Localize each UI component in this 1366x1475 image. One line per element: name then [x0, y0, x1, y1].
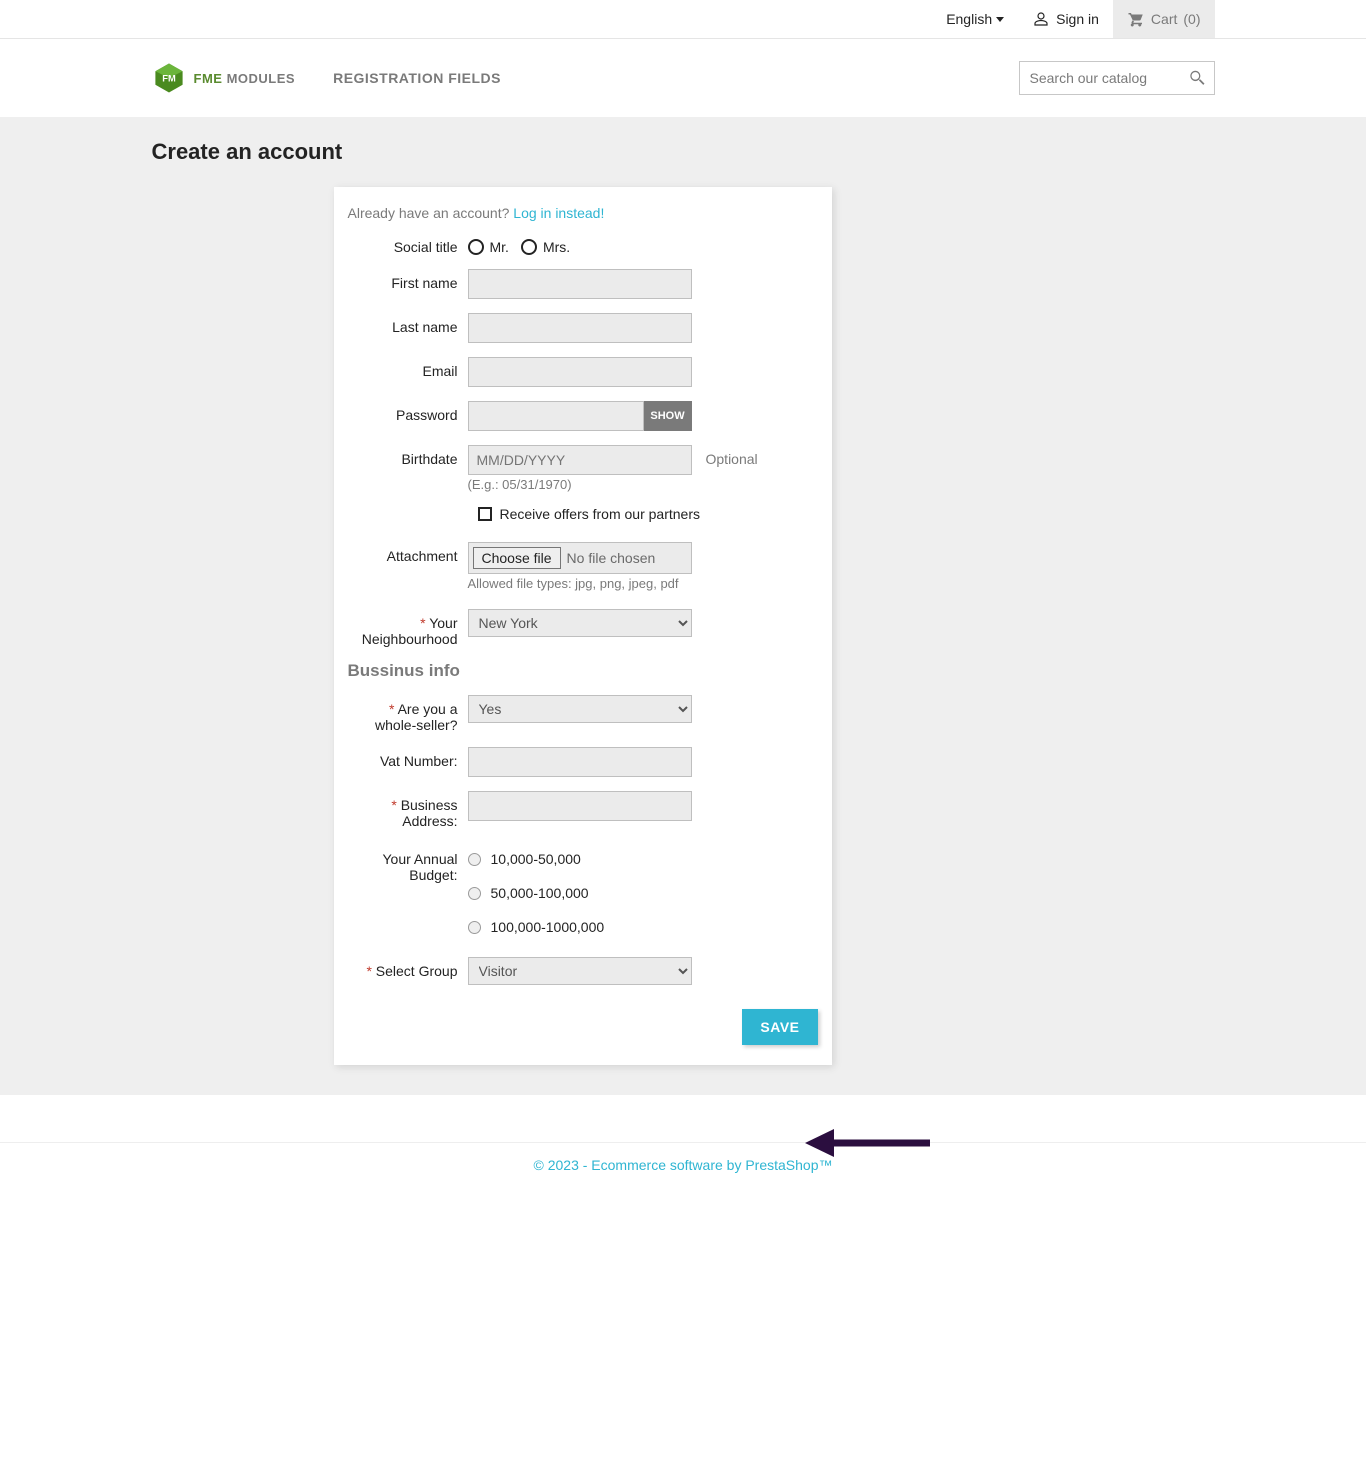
select-group-label: * Select Group — [348, 957, 468, 979]
vat-label: Vat Number: — [348, 747, 468, 769]
budget-radio-2[interactable] — [468, 887, 481, 900]
budget-label-1: 10,000-50,000 — [491, 851, 581, 867]
search-box — [1019, 61, 1215, 95]
first-name-input[interactable] — [468, 269, 692, 299]
partners-label: Receive offers from our partners — [500, 506, 701, 522]
birthdate-input[interactable] — [468, 445, 692, 475]
footer-gap — [0, 1095, 1366, 1143]
email-label: Email — [348, 357, 468, 379]
attachment-label: Attachment — [348, 542, 468, 564]
last-name-label: Last name — [348, 313, 468, 335]
partners-checkbox[interactable] — [478, 507, 492, 521]
business-address-input[interactable] — [468, 791, 692, 821]
last-name-input[interactable] — [468, 313, 692, 343]
select-group-select[interactable]: Visitor — [468, 957, 692, 985]
vat-input[interactable] — [468, 747, 692, 777]
radio-mr[interactable] — [468, 239, 484, 255]
password-input[interactable] — [468, 401, 644, 431]
neighbourhood-label: * Your Neighbourhood — [348, 609, 468, 647]
budget-label-3: 100,000-1000,000 — [491, 919, 605, 935]
svg-text:FM: FM — [162, 73, 176, 83]
birthdate-hint: (E.g.: 05/31/1970) — [468, 477, 692, 492]
save-button[interactable]: SAVE — [742, 1009, 817, 1045]
budget-radio-3[interactable] — [468, 921, 481, 934]
logo[interactable]: FM FME MODULES — [152, 61, 296, 95]
top-bar: English Sign in Cart (0) — [0, 0, 1366, 39]
language-label: English — [946, 11, 992, 27]
already-have-account: Already have an account? Log in instead! — [348, 205, 818, 221]
signin-label: Sign in — [1056, 11, 1099, 27]
social-title-label: Social title — [348, 239, 468, 255]
cart-button[interactable]: Cart (0) — [1113, 0, 1215, 38]
footer-link[interactable]: © 2023 - Ecommerce software by PrestaSho… — [534, 1157, 833, 1173]
budget-label-2: 50,000-100,000 — [491, 885, 589, 901]
caret-down-icon — [996, 17, 1004, 22]
footer: © 2023 - Ecommerce software by PrestaSho… — [0, 1143, 1366, 1213]
cart-label: Cart — [1151, 11, 1177, 27]
search-input[interactable] — [1019, 61, 1215, 95]
cart-count: (0) — [1183, 11, 1200, 27]
budget-label: Your Annual Budget: — [348, 851, 468, 883]
registration-form: Already have an account? Log in instead!… — [334, 187, 832, 1065]
logo-text-secondary: MODULES — [227, 71, 296, 86]
first-name-label: First name — [348, 269, 468, 291]
signin-link[interactable]: Sign in — [1018, 10, 1113, 28]
neighbourhood-select[interactable]: New York — [468, 609, 692, 637]
nav-registration-fields[interactable]: REGISTRATION FIELDS — [333, 70, 501, 86]
wholesaler-label: * Are you a whole-seller? — [348, 695, 468, 733]
password-label: Password — [348, 401, 468, 423]
file-status: No file chosen — [567, 550, 656, 566]
email-input[interactable] — [468, 357, 692, 387]
birthdate-label: Birthdate — [348, 445, 468, 467]
page-title: Create an account — [152, 139, 1215, 165]
show-password-button[interactable]: SHOW — [644, 401, 692, 431]
header: FM FME MODULES REGISTRATION FIELDS — [152, 39, 1215, 117]
wholesaler-select[interactable]: Yes — [468, 695, 692, 723]
login-instead-link[interactable]: Log in instead! — [513, 205, 604, 221]
logo-text-primary: FME — [194, 71, 223, 86]
file-hint: Allowed file types: jpg, png, jpeg, pdf — [468, 576, 692, 591]
mr-label: Mr. — [490, 239, 509, 255]
business-address-label: * Business Address: — [348, 791, 468, 829]
search-icon[interactable] — [1187, 68, 1207, 88]
cart-icon — [1127, 10, 1145, 28]
radio-mrs[interactable] — [521, 239, 537, 255]
main-background: Create an account Already have an accoun… — [0, 117, 1366, 1095]
mrs-label: Mrs. — [543, 239, 570, 255]
logo-icon: FM — [152, 61, 186, 95]
language-selector[interactable]: English — [932, 11, 1018, 27]
person-icon — [1032, 10, 1050, 28]
business-section-title: Bussinus info — [348, 661, 818, 681]
birthdate-optional: Optional — [692, 445, 758, 467]
choose-file-button[interactable]: Choose file — [473, 547, 561, 569]
file-input[interactable]: Choose file No file chosen — [468, 542, 692, 574]
budget-radio-1[interactable] — [468, 853, 481, 866]
